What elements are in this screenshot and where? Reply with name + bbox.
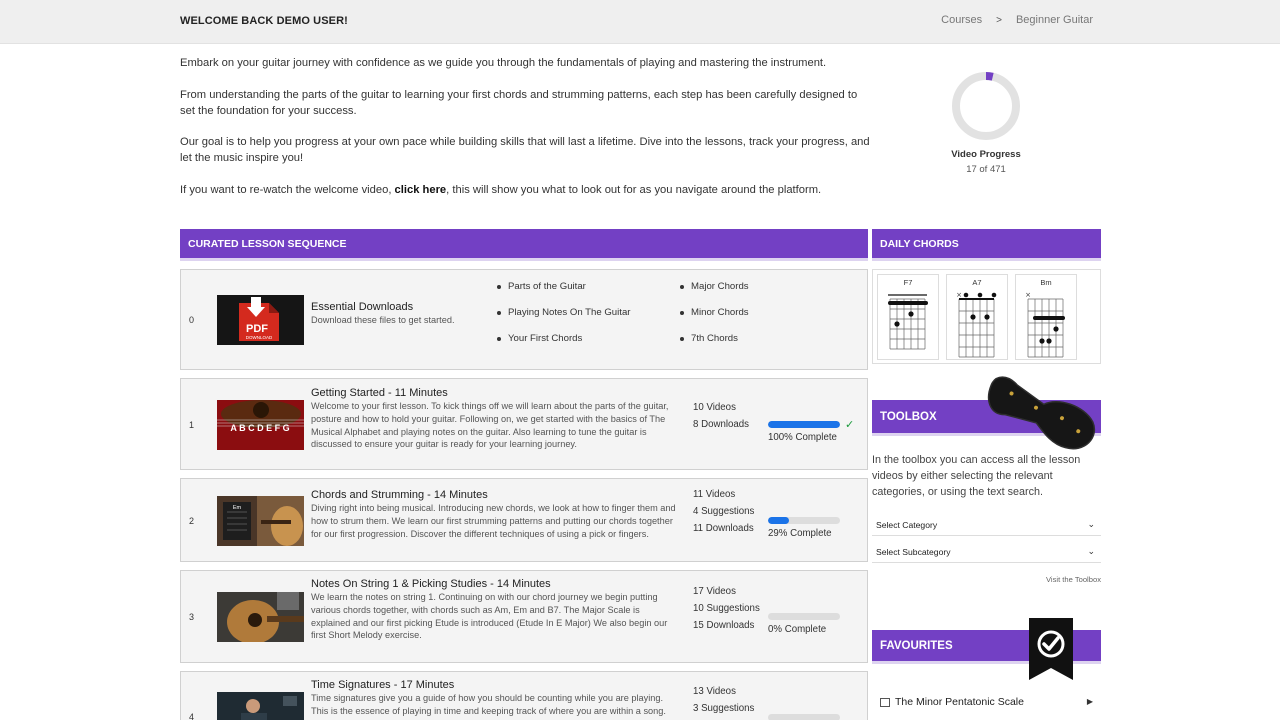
- lesson-description: Welcome to your first lesson. To kick th…: [311, 401, 669, 450]
- lesson-card-0[interactable]: 0 PDF DOWNLOAD Essential Downloads Downl…: [180, 269, 868, 370]
- lesson-card-1[interactable]: 1 A B C D E F G Getting Started - 11 Min…: [180, 378, 868, 470]
- play-icon[interactable]: ▶: [1087, 697, 1093, 706]
- lesson-number: 2: [189, 516, 195, 526]
- progress-donut: [952, 72, 1020, 140]
- lesson-stats: 10 Videos 8 Downloads: [693, 399, 749, 433]
- thumb-text: A B C D E F G: [230, 423, 289, 433]
- progress-label: Video Progress: [951, 149, 1021, 160]
- chevron-right-icon: >: [996, 14, 1002, 26]
- top-bar: WELCOME BACK DEMO USER! Courses > Beginn…: [0, 0, 1280, 44]
- svg-text:×: ×: [1025, 291, 1031, 299]
- thumb-chord-label: Em: [233, 505, 242, 511]
- download-list-2: Major Chords Minor Chords 7th Chords: [678, 274, 749, 352]
- download-item[interactable]: 7th Chords: [678, 326, 749, 352]
- lesson-number: 4: [189, 712, 195, 720]
- intro-paragraph: Our goal is to help you progress at your…: [180, 136, 870, 165]
- videos-count: 17 Videos: [693, 586, 736, 597]
- lesson-thumbnail[interactable]: [217, 692, 304, 720]
- intro-text: Embark on your guitar journey with confi…: [180, 56, 870, 215]
- lesson-progress-bar: [768, 517, 840, 524]
- lesson-complete-text: 100% Complete: [768, 432, 837, 443]
- lesson-description: Time signatures give you a guide of how …: [311, 693, 666, 720]
- svg-text:×: ×: [956, 291, 962, 299]
- lesson-card-3[interactable]: 3 Notes On String 1 & Picking Studies - …: [180, 570, 868, 663]
- lesson-complete-text: 0% Complete: [768, 624, 827, 635]
- lesson-stats: 17 Videos 10 Suggestions 15 Downloads: [693, 583, 760, 635]
- select-category-dropdown[interactable]: Select Category ⌄: [872, 514, 1101, 536]
- downloads-count: 11 Downloads: [693, 523, 754, 535]
- select-category-label: Select Category: [876, 520, 938, 530]
- chord-diagram-bm[interactable]: Bm ×: [1015, 274, 1077, 360]
- daily-chords-panel: F7 A7 × Bm ×: [872, 269, 1101, 364]
- film-icon: [880, 698, 890, 707]
- check-icon: ✓: [845, 419, 855, 431]
- welcome-message: WELCOME BACK DEMO USER!: [180, 15, 348, 27]
- download-list-1: Parts of the Guitar Playing Notes On The…: [495, 274, 630, 352]
- lesson-thumbnail[interactable]: A B C D E F G: [217, 400, 304, 450]
- lesson-stats: 13 Videos 3 Suggestions: [693, 683, 754, 717]
- lesson-title[interactable]: Essential Downloads: [311, 301, 413, 313]
- intro-paragraph: If you want to re-watch the welcome vide…: [180, 183, 822, 196]
- download-item[interactable]: Minor Chords: [678, 300, 749, 326]
- lesson-title[interactable]: Getting Started - 11 Minutes: [311, 387, 448, 399]
- lesson-description: Diving right into being musical. Introdu…: [311, 503, 676, 539]
- videos-count: 10 Videos: [693, 402, 736, 413]
- download-item[interactable]: Playing Notes On The Guitar: [495, 300, 630, 326]
- lesson-stats: 11 Videos 4 Suggestions 11 Downloads: [693, 486, 754, 538]
- progress-count: 17 of 471: [966, 164, 1006, 175]
- chevron-down-icon: ⌄: [1087, 546, 1095, 556]
- lesson-title[interactable]: Time Signatures - 17 Minutes: [311, 679, 454, 691]
- chord-diagram-f7[interactable]: F7: [877, 274, 939, 360]
- download-item[interactable]: Parts of the Guitar: [495, 274, 630, 300]
- download-item[interactable]: Your First Chords: [495, 326, 630, 352]
- lesson-title[interactable]: Chords and Strumming - 14 Minutes: [311, 489, 488, 501]
- daily-chords-header: DAILY CHORDS: [872, 229, 1101, 261]
- chevron-down-icon: ⌄: [1087, 519, 1095, 529]
- lesson-progress-bar: [768, 613, 840, 620]
- suggestions-count: 4 Suggestions: [693, 506, 755, 518]
- downloads-count: 8 Downloads: [693, 419, 750, 431]
- lesson-thumbnail[interactable]: [217, 592, 304, 642]
- lesson-progress-fill: [768, 517, 789, 524]
- guitar-case-icon: [978, 376, 1104, 452]
- curated-lesson-sequence-header: CURATED LESSON SEQUENCE: [180, 229, 868, 261]
- favourite-item-name: The Minor Pentatonic Scale: [895, 696, 1024, 708]
- lesson-progress-bar: [768, 421, 840, 428]
- lesson-card-2[interactable]: 2 Em Chords and Strumming - 14 Minutes D…: [180, 478, 868, 562]
- breadcrumb-beginner-guitar[interactable]: Beginner Guitar: [1016, 14, 1093, 26]
- lesson-description: We learn the notes on string 1. Continui…: [311, 592, 668, 641]
- lesson-title[interactable]: Notes On String 1 & Picking Studies - 14…: [311, 578, 551, 590]
- click-here-link[interactable]: click here: [395, 184, 447, 196]
- lesson-thumbnail[interactable]: Em: [217, 496, 304, 546]
- download-item[interactable]: Major Chords: [678, 274, 749, 300]
- breadcrumb-courses[interactable]: Courses: [941, 14, 982, 26]
- lesson-progress-fill: [768, 421, 840, 428]
- favourite-badge-icon: [1027, 618, 1075, 682]
- suggestions-count: 3 Suggestions: [693, 703, 755, 715]
- suggestions-count: 10 Suggestions: [693, 603, 760, 615]
- videos-count: 11 Videos: [693, 489, 736, 500]
- breadcrumb: Courses > Beginner Guitar: [941, 14, 1093, 26]
- toolbox-description: In the toolbox you can access all the le…: [872, 454, 1081, 498]
- lesson-number: 3: [189, 612, 195, 622]
- downloads-count: 15 Downloads: [693, 620, 755, 632]
- visit-toolbox-link[interactable]: Visit the Toolbox: [872, 575, 1101, 584]
- video-progress: Video Progress 17 of 471: [946, 68, 1026, 175]
- intro-paragraph: Embark on your guitar journey with confi…: [180, 57, 827, 69]
- lesson-progress-bar: [768, 714, 840, 720]
- lesson-number: 1: [189, 420, 195, 430]
- select-subcategory-label: Select Subcategory: [876, 547, 951, 557]
- progress-track: [952, 72, 1020, 140]
- favourite-item[interactable]: The Minor Pentatonic Scale ▶: [872, 695, 1101, 715]
- lesson-complete-text: 29% Complete: [768, 528, 832, 539]
- pdf-label: PDF: [246, 323, 268, 335]
- lesson-number: 0: [189, 315, 195, 325]
- intro-paragraph: From understanding the parts of the guit…: [180, 88, 858, 117]
- lesson-card-4[interactable]: 4 Time Signatures - 17 Minutes Time sign…: [180, 671, 868, 720]
- videos-count: 13 Videos: [693, 686, 736, 697]
- pdf-download-thumbnail[interactable]: PDF DOWNLOAD: [217, 295, 304, 345]
- chord-diagram-a7[interactable]: A7 ×: [946, 274, 1008, 360]
- select-subcategory-dropdown[interactable]: Select Subcategory ⌄: [872, 541, 1101, 563]
- download-label: DOWNLOAD: [246, 335, 273, 340]
